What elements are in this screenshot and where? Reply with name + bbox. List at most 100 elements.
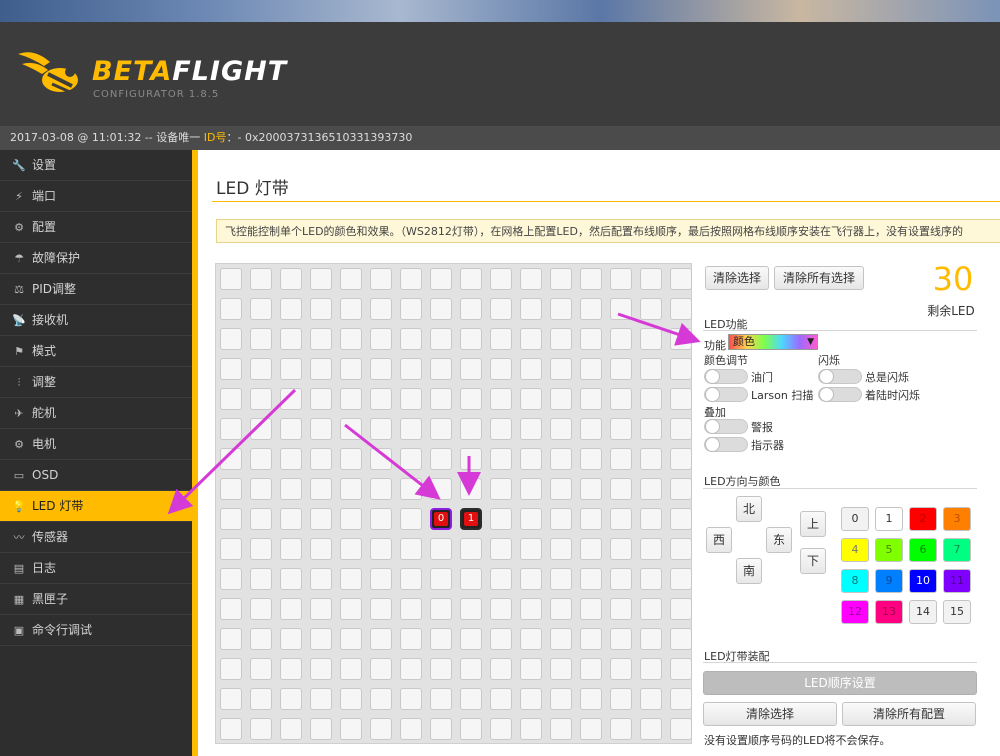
- led-grid-cell[interactable]: [460, 448, 482, 470]
- led-grid-cell[interactable]: [550, 448, 572, 470]
- led-grid-cell[interactable]: [400, 418, 422, 440]
- led-grid-cell[interactable]: [580, 538, 602, 560]
- led-grid-cell[interactable]: [220, 598, 242, 620]
- led-grid-cell[interactable]: [220, 568, 242, 590]
- led-grid-cell[interactable]: [400, 508, 422, 530]
- led-grid-cell[interactable]: [610, 628, 632, 650]
- led-grid-cell[interactable]: [340, 598, 362, 620]
- led-grid-cell[interactable]: [640, 388, 662, 410]
- led-1[interactable]: 1: [460, 508, 482, 530]
- led-grid-cell[interactable]: [250, 718, 272, 740]
- wire-order-button[interactable]: LED顺序设置: [703, 671, 977, 695]
- led-grid-cell[interactable]: [370, 268, 392, 290]
- led-grid-cell[interactable]: [520, 508, 542, 530]
- led-grid-cell[interactable]: [280, 538, 302, 560]
- led-grid-cell[interactable]: [310, 418, 332, 440]
- led-grid-cell[interactable]: [670, 388, 692, 410]
- led-grid-cell[interactable]: [490, 298, 512, 320]
- led-grid-cell[interactable]: [280, 688, 302, 710]
- color-button-1[interactable]: 1: [875, 507, 903, 531]
- color-button-8[interactable]: 8: [841, 569, 869, 593]
- led-grid-cell[interactable]: [370, 358, 392, 380]
- led-grid-cell[interactable]: [550, 388, 572, 410]
- led-grid-cell[interactable]: [370, 328, 392, 350]
- led-grid-cell[interactable]: [640, 568, 662, 590]
- led-grid-cell[interactable]: [460, 298, 482, 320]
- led-grid-cell[interactable]: [610, 358, 632, 380]
- led-grid-cell[interactable]: [220, 448, 242, 470]
- led-grid-cell[interactable]: [550, 418, 572, 440]
- led-grid-cell[interactable]: [670, 688, 692, 710]
- led-grid-cell[interactable]: [640, 508, 662, 530]
- led-grid-cell[interactable]: [610, 448, 632, 470]
- led-grid-cell[interactable]: [430, 418, 452, 440]
- sidebar-item-3[interactable]: ☂ 故障保护: [0, 243, 192, 274]
- led-grid-cell[interactable]: [460, 358, 482, 380]
- led-grid-cell[interactable]: [580, 448, 602, 470]
- led-grid-cell[interactable]: [490, 478, 512, 500]
- led-grid-cell[interactable]: [400, 328, 422, 350]
- led-grid-cell[interactable]: [370, 298, 392, 320]
- led-grid-cell[interactable]: [670, 568, 692, 590]
- led-grid-cell[interactable]: [580, 568, 602, 590]
- sidebar-item-9[interactable]: ⚙ 电机: [0, 429, 192, 460]
- led-grid-cell[interactable]: [580, 688, 602, 710]
- led-grid-cell[interactable]: [640, 658, 662, 680]
- led-grid-cell[interactable]: [370, 598, 392, 620]
- led-grid-cell[interactable]: [310, 358, 332, 380]
- led-grid-cell[interactable]: [340, 538, 362, 560]
- led-grid-cell[interactable]: [580, 628, 602, 650]
- led-grid-cell[interactable]: [340, 718, 362, 740]
- led-grid-cell[interactable]: [550, 688, 572, 710]
- led-grid-cell[interactable]: [340, 568, 362, 590]
- sidebar-item-4[interactable]: ⚖ PID调整: [0, 274, 192, 305]
- led-grid-cell[interactable]: [670, 718, 692, 740]
- led-grid-cell[interactable]: [220, 718, 242, 740]
- led-grid-cell[interactable]: [580, 388, 602, 410]
- sidebar-item-15[interactable]: ▣ 命令行调试: [0, 615, 192, 646]
- led-grid-cell[interactable]: [370, 388, 392, 410]
- led-grid-cell[interactable]: [370, 478, 392, 500]
- led-grid-cell[interactable]: [580, 508, 602, 530]
- led-grid-cell[interactable]: [310, 628, 332, 650]
- led-grid-cell[interactable]: [430, 448, 452, 470]
- led-grid-cell[interactable]: [580, 358, 602, 380]
- led-grid-cell[interactable]: [460, 328, 482, 350]
- led-grid-cell[interactable]: [340, 418, 362, 440]
- led-grid-cell[interactable]: [220, 268, 242, 290]
- warning-toggle[interactable]: [704, 419, 748, 434]
- color-button-11[interactable]: 11: [943, 569, 971, 593]
- led-grid-cell[interactable]: [550, 478, 572, 500]
- led-grid-cell[interactable]: [490, 598, 512, 620]
- led-grid-cell[interactable]: [370, 688, 392, 710]
- led-grid-cell[interactable]: [670, 298, 692, 320]
- led-grid-cell[interactable]: [370, 658, 392, 680]
- color-button-7[interactable]: 7: [943, 538, 971, 562]
- led-grid-cell[interactable]: [430, 538, 452, 560]
- led-grid-cell[interactable]: [310, 658, 332, 680]
- throttle-toggle[interactable]: [704, 369, 748, 384]
- color-button-9[interactable]: 9: [875, 569, 903, 593]
- led-grid-cell[interactable]: [460, 538, 482, 560]
- led-grid-cell[interactable]: [310, 508, 332, 530]
- led-grid-cell[interactable]: [340, 478, 362, 500]
- color-button-6[interactable]: 6: [909, 538, 937, 562]
- led-grid-cell[interactable]: [670, 478, 692, 500]
- led-grid-cell[interactable]: [580, 418, 602, 440]
- led-grid-cell[interactable]: [280, 328, 302, 350]
- led-grid-cell[interactable]: [370, 718, 392, 740]
- led-grid-cell[interactable]: [280, 628, 302, 650]
- led-grid-cell[interactable]: [310, 298, 332, 320]
- led-grid-cell[interactable]: [250, 358, 272, 380]
- led-grid-cell[interactable]: [520, 268, 542, 290]
- led-grid-cell[interactable]: [550, 538, 572, 560]
- led-grid-cell[interactable]: [610, 388, 632, 410]
- led-grid-cell[interactable]: [250, 268, 272, 290]
- direction-south-button[interactable]: 南: [736, 558, 762, 584]
- led-grid-cell[interactable]: [400, 478, 422, 500]
- led-grid-cell[interactable]: [220, 538, 242, 560]
- led-grid-cell[interactable]: [430, 658, 452, 680]
- led-grid-cell[interactable]: [400, 568, 422, 590]
- led-grid-cell[interactable]: [460, 718, 482, 740]
- led-grid-cell[interactable]: [430, 688, 452, 710]
